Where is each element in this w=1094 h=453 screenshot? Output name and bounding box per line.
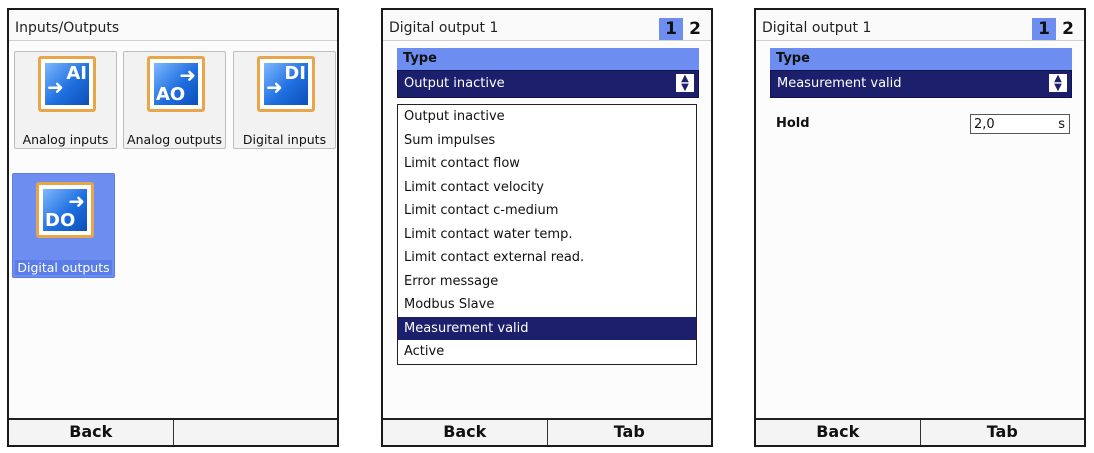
empty-softkey[interactable]	[173, 420, 337, 445]
dropdown-option[interactable]: Limit contact velocity	[398, 176, 696, 200]
back-button[interactable]: Back	[383, 420, 548, 445]
analog-inputs-tile[interactable]: ➜ AI Analog inputs	[14, 51, 117, 149]
dropdown-option[interactable]: Modbus Slave	[398, 293, 696, 317]
tab-button[interactable]: Tab	[920, 420, 1084, 445]
inputs-outputs-panel: Inputs/Outputs ➜ AI Analog inputs ➜ AO A…	[7, 8, 339, 447]
select-arrows-icon: ▲ ▼	[1049, 74, 1067, 93]
digital-input-icon: ➜ DI	[257, 56, 315, 112]
title-bar: Digital output 1 1 2	[756, 10, 1084, 41]
hold-value: 2,0	[974, 117, 995, 132]
panel-title: Inputs/Outputs	[15, 20, 120, 36]
tile-label: Analog inputs	[22, 132, 109, 147]
dropdown-option[interactable]: Active	[398, 340, 696, 364]
page-2-tab[interactable]: 2	[1056, 18, 1080, 40]
page-1-tab[interactable]: 1	[659, 18, 683, 40]
footer-bar: Back Tab	[756, 418, 1084, 445]
tile-label: Digital outputs	[15, 260, 112, 275]
digital-output-settings-panel: Digital output 1 1 2 Type Measurement va…	[754, 8, 1086, 447]
back-button[interactable]: Back	[9, 420, 174, 445]
type-select[interactable]: Output inactive ▲ ▼	[397, 70, 699, 98]
type-dropdown-list: Output inactive Sum impulses Limit conta…	[397, 104, 697, 365]
title-bar: Inputs/Outputs	[9, 10, 337, 41]
footer-bar: Back Tab	[383, 418, 711, 445]
page-2-tab[interactable]: 2	[683, 18, 707, 40]
panel-title: Digital output 1	[389, 20, 499, 36]
panel-title: Digital output 1	[762, 20, 872, 36]
type-field: Type Measurement valid ▲ ▼	[770, 48, 1072, 98]
digital-inputs-tile[interactable]: ➜ DI Digital inputs	[233, 51, 336, 149]
tile-label: Digital inputs	[242, 132, 327, 147]
dropdown-option[interactable]: Limit contact external read.	[398, 246, 696, 270]
back-button[interactable]: Back	[756, 420, 921, 445]
select-value: Output inactive	[404, 76, 505, 91]
page-1-tab[interactable]: 1	[1032, 18, 1056, 40]
analog-output-icon: ➜ AO	[147, 56, 205, 112]
select-value: Measurement valid	[777, 76, 902, 91]
digital-output-icon: ➜ DO	[36, 182, 94, 238]
dropdown-option[interactable]: Limit contact flow	[398, 152, 696, 176]
select-arrows-icon: ▲ ▼	[676, 74, 694, 93]
digital-outputs-tile[interactable]: ➜ DO Digital outputs	[12, 173, 115, 278]
tab-button[interactable]: Tab	[547, 420, 711, 445]
footer-bar: Back	[9, 418, 337, 445]
dropdown-option[interactable]: Output inactive	[398, 105, 696, 129]
analog-outputs-tile[interactable]: ➜ AO Analog outputs	[123, 51, 226, 149]
dropdown-option[interactable]: Limit contact water temp.	[398, 223, 696, 247]
type-field: Type Output inactive ▲ ▼	[397, 48, 699, 98]
digital-output-dropdown-panel: Digital output 1 1 2 Type Output inactiv…	[381, 8, 713, 447]
type-label: Type	[397, 48, 699, 70]
analog-input-icon: ➜ AI	[38, 56, 96, 112]
type-label: Type	[770, 48, 1072, 70]
type-select[interactable]: Measurement valid ▲ ▼	[770, 70, 1072, 98]
tile-label: Analog outputs	[127, 132, 222, 147]
hold-input[interactable]: 2,0 s	[970, 114, 1070, 134]
hold-unit: s	[1058, 117, 1065, 132]
hold-label: Hold	[776, 116, 810, 131]
dropdown-option[interactable]: Sum impulses	[398, 129, 696, 153]
hold-field: Hold 2,0 s	[772, 114, 1072, 136]
dropdown-option[interactable]: Error message	[398, 270, 696, 294]
dropdown-option[interactable]: Limit contact c-medium	[398, 199, 696, 223]
title-bar: Digital output 1 1 2	[383, 10, 711, 41]
dropdown-option-highlighted[interactable]: Measurement valid	[398, 316, 696, 340]
